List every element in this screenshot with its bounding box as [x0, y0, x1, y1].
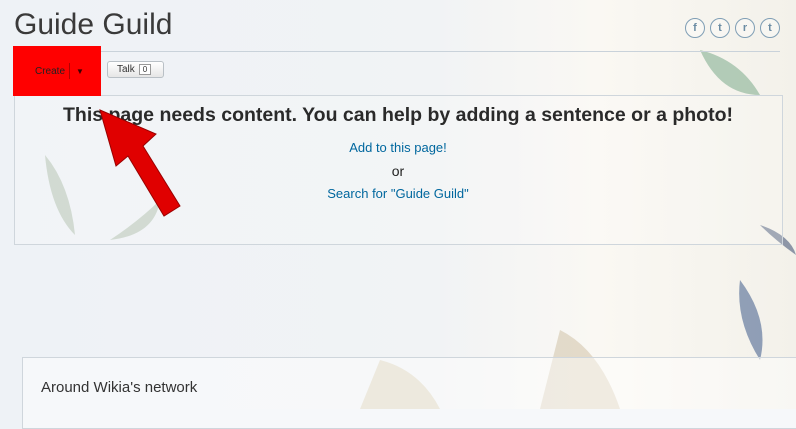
talk-count-badge: 0 — [138, 64, 152, 75]
red-arrow-annotation-icon — [99, 109, 181, 217]
chevron-down-icon[interactable]: ▼ — [69, 63, 84, 79]
header-divider — [14, 51, 780, 52]
create-button-label: Create — [35, 65, 66, 77]
create-button[interactable]: Create ▼ — [35, 62, 90, 80]
create-button-highlight: Create ▼ — [13, 46, 101, 96]
wikia-network-heading: Around Wikia's network — [41, 379, 198, 396]
facebook-icon[interactable]: f — [685, 18, 705, 38]
page-title: Guide Guild — [14, 8, 173, 41]
social-share-bar: f t r t — [685, 18, 780, 38]
twitter-icon[interactable]: t — [710, 18, 730, 38]
talk-button-label: Talk — [117, 64, 135, 75]
reddit-icon[interactable]: r — [735, 18, 755, 38]
tumblr-icon[interactable]: t — [760, 18, 780, 38]
talk-button[interactable]: Talk 0 — [107, 61, 164, 78]
